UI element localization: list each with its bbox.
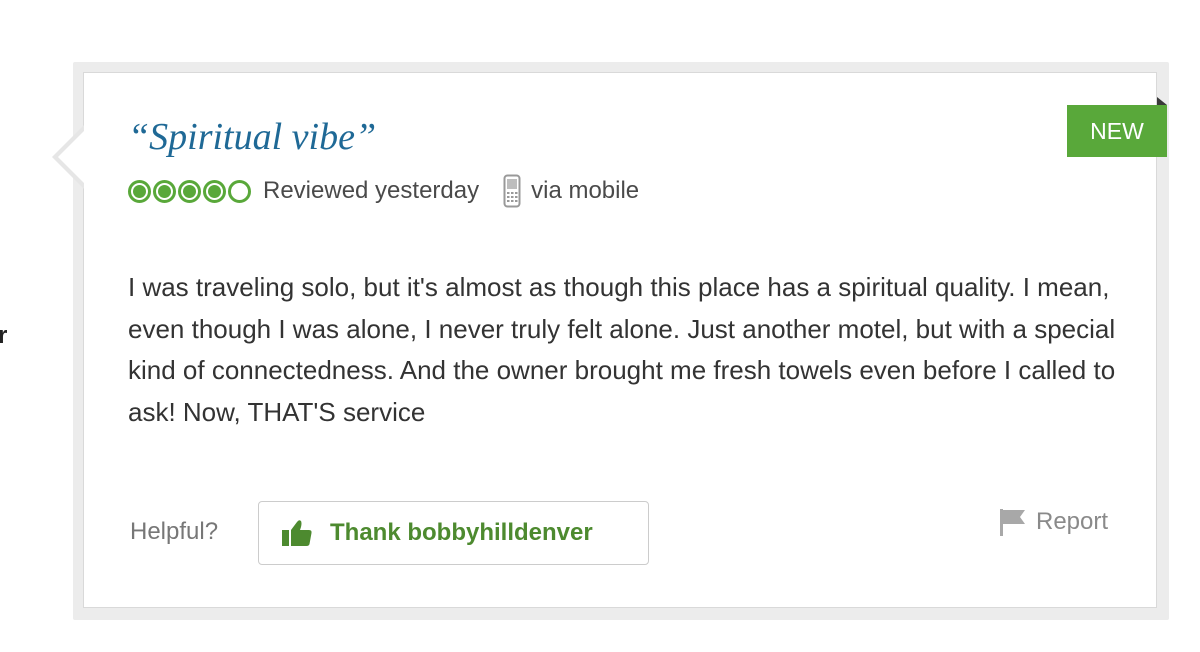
flag-icon [998,507,1028,537]
thank-reviewer-button[interactable]: Thank bobbyhilldenver [258,501,649,565]
bubble-rating [128,179,253,203]
review-body: I was traveling solo, but it's almost as… [128,272,1116,427]
report-link[interactable]: Report [998,507,1108,537]
helpful-label: Helpful? [130,518,219,545]
rating-bubble-filled [203,179,226,203]
rating-bubble-fill [208,184,221,198]
report-label: Report [1036,508,1109,535]
thank-button-label: Thank bobbyhilldenver [330,519,593,546]
rating-bubble-empty [228,179,251,203]
rating-bubble-fill [158,184,171,198]
mobile-phone-icon [503,174,521,208]
thumbs-up-icon [281,519,313,547]
sidebar-text-fragment: r [0,322,8,349]
rating-bubble-filled [128,179,151,203]
rating-bubble-filled [178,179,201,203]
review-meta: Reviewed yesterday via mobile [128,173,639,209]
review-source: via mobile [531,177,640,204]
card-pointer-fill [58,129,86,185]
rating-bubble-fill [183,184,196,198]
page: r “Spiritual vibe” NEW Reviewed yesterda… [0,0,1200,652]
new-badge: NEW [1067,105,1167,157]
review-title[interactable]: “Spiritual vibe” [128,115,376,159]
rating-bubble-filled [153,179,176,203]
badge-fold [1157,97,1167,105]
review-date: Reviewed yesterday [263,177,480,204]
rating-bubble-fill [133,184,146,198]
